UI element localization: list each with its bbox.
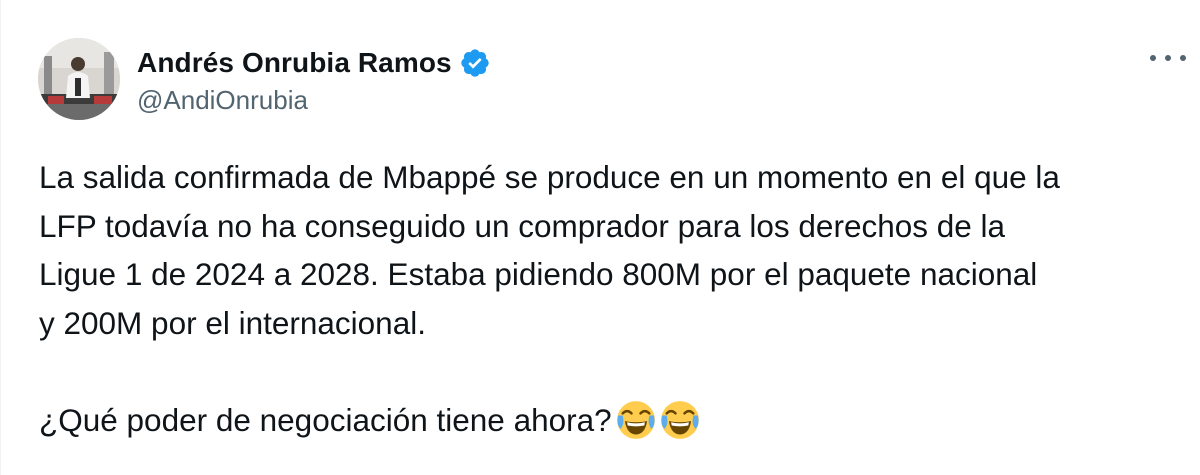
face-with-tears-of-joy-icon <box>616 400 656 440</box>
avatar[interactable] <box>38 38 120 120</box>
more-dot <box>1180 55 1186 61</box>
more-dot <box>1150 55 1156 61</box>
verified-badge-icon <box>459 47 491 79</box>
author-name[interactable]: Andrés Onrubia Ramos <box>137 47 452 79</box>
tweet-card: Andrés Onrubia Ramos @AndiOnrubia La sal… <box>0 0 1200 475</box>
author-block: Andrés Onrubia Ramos @AndiOnrubia <box>137 43 491 116</box>
more-dot <box>1165 55 1171 61</box>
name-row: Andrés Onrubia Ramos <box>137 43 491 83</box>
tweet-line: LFP todavía no ha conseguido un comprado… <box>39 207 1006 244</box>
tweet-header: Andrés Onrubia Ramos @AndiOnrubia <box>38 38 491 120</box>
tweet-line: Ligue 1 de 2024 a 2028. Estaba pidiendo … <box>39 256 1038 292</box>
face-with-tears-of-joy-icon <box>660 400 700 440</box>
tweet-question-row: ¿Qué poder de negociación tiene ahora? <box>39 396 1189 445</box>
avatar-image <box>38 38 120 120</box>
more-options-icon[interactable] <box>1150 46 1186 70</box>
tweet-line: y 200M por el internacional. <box>39 304 426 341</box>
tweet-line: La salida confirmada de Mbappé se produc… <box>39 159 1060 195</box>
tweet-question: ¿Qué poder de negociación tiene ahora? <box>39 401 612 438</box>
author-handle[interactable]: @AndiOnrubia <box>137 85 491 116</box>
tweet-text: La salida confirmada de Mbappé se produc… <box>39 153 1189 444</box>
